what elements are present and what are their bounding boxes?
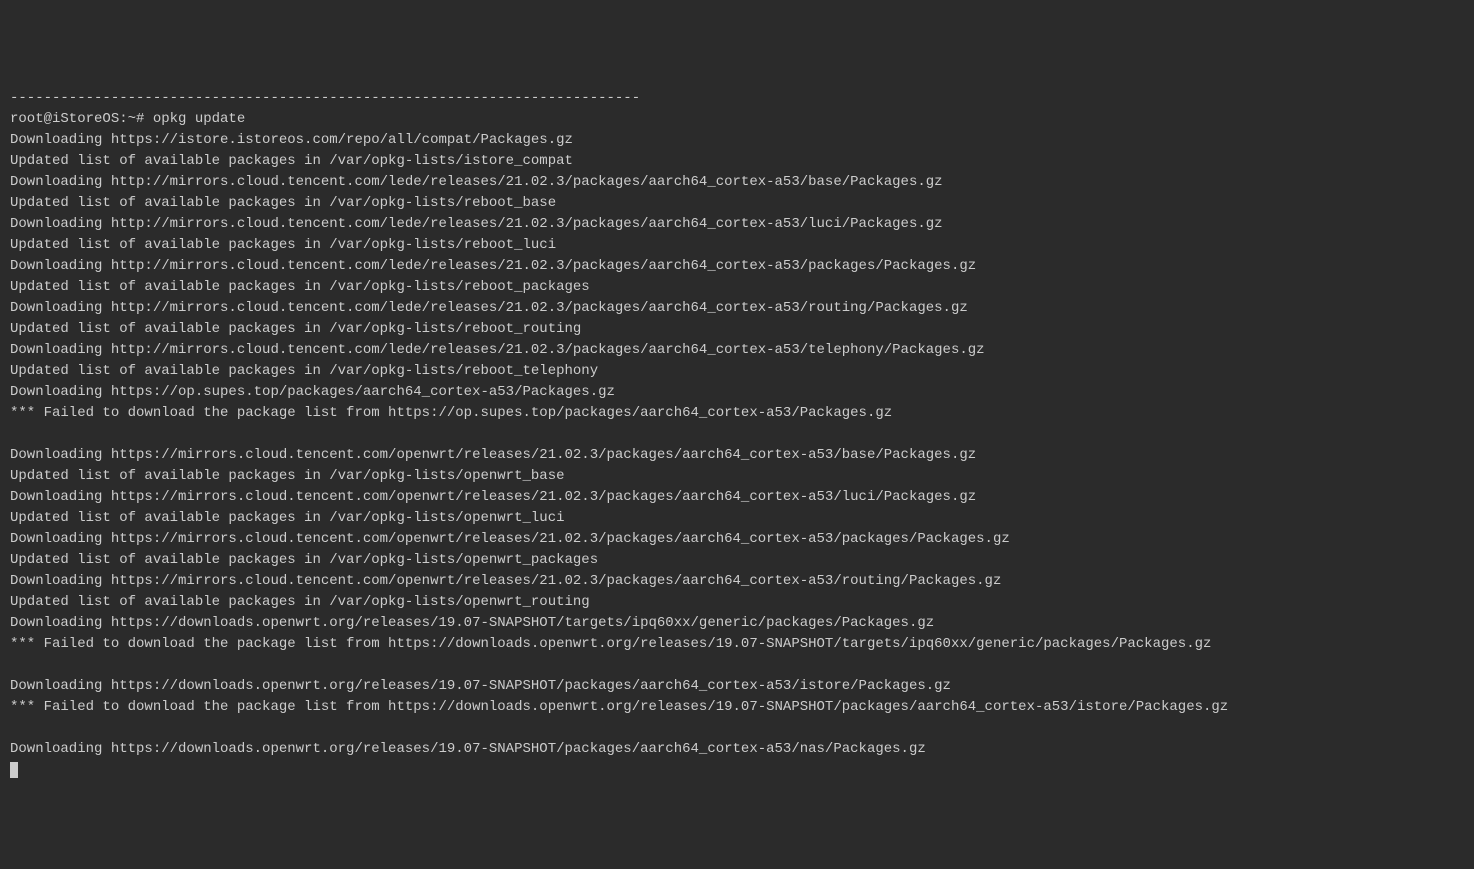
terminal-line: Downloading https://op.supes.top/package… [10, 382, 1464, 403]
terminal-line: *** Failed to download the package list … [10, 634, 1464, 655]
terminal-line: Downloading http://mirrors.cloud.tencent… [10, 256, 1464, 277]
terminal-line: root@iStoreOS:~# opkg update [10, 109, 1464, 130]
terminal-line: Downloading https://mirrors.cloud.tencen… [10, 571, 1464, 592]
terminal-line: Downloading http://mirrors.cloud.tencent… [10, 214, 1464, 235]
terminal-line: Updated list of available packages in /v… [10, 319, 1464, 340]
terminal-line: Downloading https://mirrors.cloud.tencen… [10, 529, 1464, 550]
terminal-line [10, 424, 1464, 445]
terminal-line: Downloading https://downloads.openwrt.or… [10, 676, 1464, 697]
terminal-cursor [10, 762, 18, 778]
terminal-line: Updated list of available packages in /v… [10, 592, 1464, 613]
terminal-line: Updated list of available packages in /v… [10, 466, 1464, 487]
terminal-line: Downloading http://mirrors.cloud.tencent… [10, 172, 1464, 193]
terminal-line: Updated list of available packages in /v… [10, 361, 1464, 382]
terminal-line: Downloading https://downloads.openwrt.or… [10, 739, 1464, 760]
terminal-line [10, 718, 1464, 739]
terminal-line: Updated list of available packages in /v… [10, 277, 1464, 298]
terminal-line: *** Failed to download the package list … [10, 697, 1464, 718]
terminal-line [10, 655, 1464, 676]
terminal-window[interactable]: { "terminal": { "lines": [ "------------… [0, 0, 1474, 869]
terminal-line: Updated list of available packages in /v… [10, 235, 1464, 256]
terminal-line: Downloading http://mirrors.cloud.tencent… [10, 340, 1464, 361]
terminal-line: Downloading http://mirrors.cloud.tencent… [10, 298, 1464, 319]
terminal-line: Downloading https://downloads.openwrt.or… [10, 613, 1464, 634]
terminal-line: Updated list of available packages in /v… [10, 550, 1464, 571]
terminal-line: Downloading https://mirrors.cloud.tencen… [10, 445, 1464, 466]
terminal-line: Downloading https://mirrors.cloud.tencen… [10, 487, 1464, 508]
terminal-output[interactable]: ----------------------------------------… [10, 88, 1464, 760]
terminal-line: Updated list of available packages in /v… [10, 193, 1464, 214]
terminal-line: ----------------------------------------… [10, 88, 1464, 109]
terminal-line: *** Failed to download the package list … [10, 403, 1464, 424]
terminal-line: Updated list of available packages in /v… [10, 508, 1464, 529]
terminal-line: Downloading https://istore.istoreos.com/… [10, 130, 1464, 151]
terminal-line: Updated list of available packages in /v… [10, 151, 1464, 172]
